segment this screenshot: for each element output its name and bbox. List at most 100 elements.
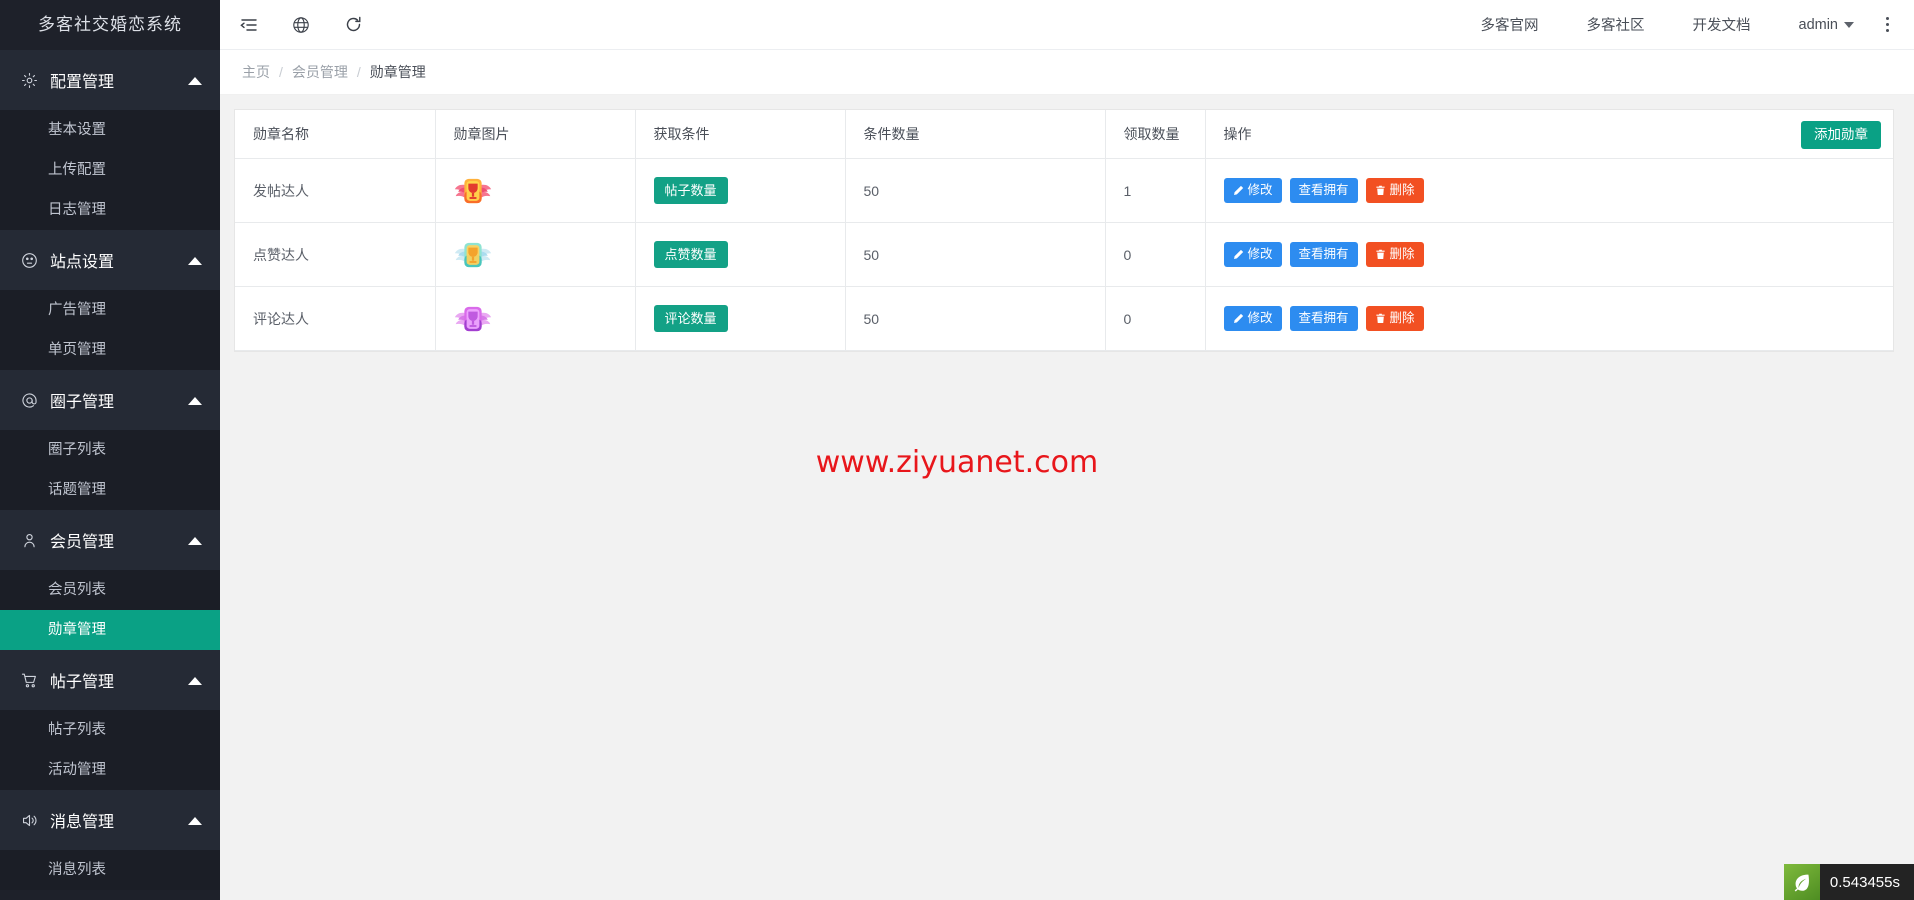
sidebar-submenu-5: 消息列表 (0, 850, 220, 890)
sidebar-submenu-2: 圈子列表 话题管理 (0, 430, 220, 510)
sidebar-group-5[interactable]: 消息管理 (0, 790, 220, 850)
sidebar-item-2-0[interactable]: 圈子列表 (0, 430, 220, 470)
row-action-删除[interactable]: 删除 (1365, 305, 1424, 332)
sidebar-submenu-3: 会员列表 勋章管理 (0, 570, 220, 650)
sidebar-item-3-1[interactable]: 勋章管理 (0, 610, 220, 650)
badge-image-icon (454, 302, 635, 336)
breadcrumb: 主页 / 会员管理 / 勋章管理 (220, 50, 1914, 95)
breadcrumb-separator: / (356, 64, 361, 80)
condition-tag: 点赞数量 (653, 241, 728, 268)
refresh-icon[interactable] (342, 14, 364, 36)
cell-condition: 评论数量 (635, 286, 846, 351)
chevron-up-icon[interactable] (188, 537, 202, 545)
gear-icon (18, 69, 40, 91)
leaf-icon (1783, 864, 1820, 900)
menu-fold-icon[interactable] (238, 14, 260, 36)
sidebar-group-3[interactable]: 会员管理 (0, 510, 220, 570)
chevron-up-icon[interactable] (188, 677, 202, 685)
cell-actions: 修改 查看拥有 删除 (1205, 222, 1893, 287)
trash-icon (1375, 313, 1386, 324)
user-menu-label: admin (1798, 16, 1839, 33)
user-menu[interactable]: admin (1775, 17, 1865, 33)
user-icon (18, 529, 40, 551)
trash-icon (1375, 185, 1386, 196)
row-action-查看拥有[interactable]: 查看拥有 (1289, 305, 1358, 332)
col-header-name: 勋章名称 (235, 110, 436, 159)
cell-claimed-count: 0 (1105, 286, 1206, 351)
add-badge-button[interactable]: 添加勋章 (1801, 121, 1881, 149)
badge-panel: 添加勋章 勋章名称 勋章图片 获取条件 条件数量 领取数量 操作 发帖达人 帖子… (234, 109, 1894, 352)
cell-condition: 帖子数量 (635, 158, 846, 223)
sidebar-item-1-0[interactable]: 广告管理 (0, 290, 220, 330)
sidebar-item-5-0[interactable]: 消息列表 (0, 850, 220, 890)
header-link-community[interactable]: 多客社区 (1563, 14, 1669, 35)
row-action-label: 修改 (1247, 310, 1273, 325)
cart-icon (18, 669, 40, 691)
globe-icon[interactable] (290, 14, 312, 36)
sidebar-item-4-0[interactable]: 帖子列表 (0, 710, 220, 750)
row-action-修改[interactable]: 修改 (1223, 241, 1282, 268)
row-action-修改[interactable]: 修改 (1223, 305, 1282, 332)
row-action-label: 删除 (1389, 310, 1415, 325)
trash-icon (1375, 249, 1386, 260)
sidebar-group-0[interactable]: 配置管理 (0, 50, 220, 110)
at-icon (18, 389, 40, 411)
badge-image-icon (454, 174, 635, 208)
sidebar-group-4[interactable]: 帖子管理 (0, 650, 220, 710)
table-row: 发帖达人 帖子数量 50 1 修改 查看拥有 删除 (235, 158, 1893, 223)
sidebar-group-1[interactable]: 站点设置 (0, 230, 220, 290)
cell-badge-image (435, 222, 636, 287)
speaker-icon (18, 809, 40, 831)
breadcrumb-item-member[interactable]: 会员管理 (292, 62, 348, 82)
cell-badge-image (435, 286, 636, 351)
condition-tag: 评论数量 (653, 305, 728, 332)
debug-trace-bar[interactable]: 0.543455s (1783, 864, 1914, 900)
main-content: 添加勋章 勋章名称 勋章图片 获取条件 条件数量 领取数量 操作 发帖达人 帖子… (220, 95, 1914, 900)
cell-actions: 修改 查看拥有 删除 (1205, 286, 1893, 351)
col-header-claim: 领取数量 (1105, 110, 1206, 159)
breadcrumb-separator: / (279, 64, 283, 80)
cell-condition-count: 50 (845, 286, 1106, 351)
cell-badge-name: 点赞达人 (235, 222, 436, 287)
row-action-查看拥有[interactable]: 查看拥有 (1289, 177, 1358, 204)
badge-image-icon (454, 238, 635, 272)
sidebar-item-3-0[interactable]: 会员列表 (0, 570, 220, 610)
row-action-label: 删除 (1389, 182, 1415, 197)
sidebar-item-2-1[interactable]: 话题管理 (0, 470, 220, 510)
row-action-label: 修改 (1247, 246, 1273, 261)
sidebar-item-0-0[interactable]: 基本设置 (0, 110, 220, 150)
row-action-删除[interactable]: 删除 (1365, 241, 1424, 268)
breadcrumb-item-home[interactable]: 主页 (242, 62, 270, 82)
table-row: 评论达人 评论数量 50 0 修改 查看拥有 删除 (235, 286, 1893, 351)
chevron-up-icon[interactable] (188, 257, 202, 265)
compass-icon (18, 249, 40, 271)
cell-badge-name: 发帖达人 (235, 158, 436, 223)
chevron-up-icon[interactable] (188, 397, 202, 405)
chevron-up-icon[interactable] (188, 817, 202, 825)
header-link-docs[interactable]: 开发文档 (1669, 14, 1775, 35)
sidebar-submenu-4: 帖子列表 活动管理 (0, 710, 220, 790)
sidebar-group-2[interactable]: 圈子管理 (0, 370, 220, 430)
chevron-up-icon[interactable] (188, 77, 202, 85)
sidebar: 多客社交婚恋系统 配置管理 基本设置 上传配置 日志管理 站点设置 广告管理 单页管理 圈子管… (0, 0, 220, 900)
sidebar-item-4-1[interactable]: 活动管理 (0, 750, 220, 790)
row-action-查看拥有[interactable]: 查看拥有 (1289, 241, 1358, 268)
sidebar-item-1-1[interactable]: 单页管理 (0, 330, 220, 370)
row-action-修改[interactable]: 修改 (1223, 177, 1282, 204)
sidebar-item-0-1[interactable]: 上传配置 (0, 150, 220, 190)
cell-actions: 修改 查看拥有 删除 (1205, 158, 1893, 223)
header-links: 多客官网 多客社区 开发文档 admin (1457, 12, 1914, 38)
badge-table: 勋章名称 勋章图片 获取条件 条件数量 领取数量 操作 发帖达人 帖子数量 50 1… (235, 110, 1893, 351)
sidebar-item-0-2[interactable]: 日志管理 (0, 190, 220, 230)
col-header-action: 操作 (1205, 110, 1893, 159)
breadcrumb-item-current: 勋章管理 (369, 64, 426, 80)
kebab-menu-icon[interactable] (1874, 12, 1900, 38)
badge-table-body: 发帖达人 帖子数量 50 1 修改 查看拥有 删除 点赞达人 点赞数量 50 0 修改 查看 (235, 158, 1893, 351)
chevron-down-icon (1844, 21, 1854, 28)
badge-table-head: 勋章名称 勋章图片 获取条件 条件数量 领取数量 操作 (235, 110, 1893, 159)
header-icon-group (220, 14, 364, 36)
cell-claimed-count: 0 (1105, 222, 1206, 287)
col-header-count: 条件数量 (845, 110, 1106, 159)
header-link-official[interactable]: 多客官网 (1457, 14, 1563, 35)
row-action-删除[interactable]: 删除 (1365, 177, 1424, 204)
